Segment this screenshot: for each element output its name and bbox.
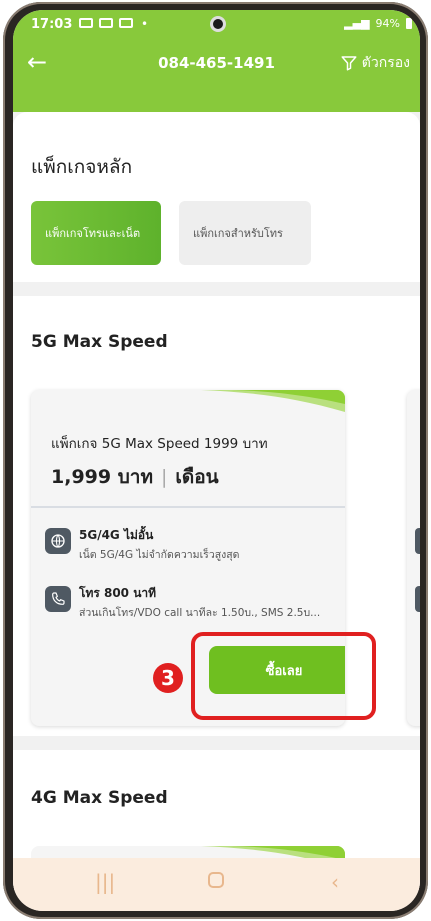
main-packages-section: แพ็กเกจหลัก แพ็กเกจโทรและเน็ต แพ็กเกจสำห… — [13, 112, 420, 282]
content-area: แพ็กเกจหลัก แพ็กเกจโทรและเน็ต แพ็กเกจสำห… — [13, 112, 420, 906]
globe-icon — [415, 528, 420, 554]
system-nav-bar: ||| ‹ — [13, 858, 420, 911]
battery-level: 94% — [375, 17, 400, 30]
app-header-background: 17:03 • ▂▄▆ 94% ← 084-465-1491 ตัวกรอง — [13, 10, 420, 122]
chip-call-and-net[interactable]: แพ็กเกจโทรและเน็ต — [31, 201, 161, 265]
status-dot: • — [141, 17, 149, 31]
home-icon[interactable] — [208, 872, 224, 888]
globe-icon — [45, 528, 71, 554]
notification-icon — [99, 18, 113, 28]
back-icon[interactable]: ‹ — [331, 870, 339, 894]
package-name: แพ็กเกจ 5G Max Speed 1999 บาท — [51, 436, 268, 452]
notification-icons — [79, 18, 133, 28]
feature-title: โทร 800 นาที — [79, 586, 157, 600]
section-title: แพ็กเกจหลัก — [31, 156, 133, 178]
next-package-card[interactable] — [407, 390, 420, 726]
card-divider — [31, 506, 345, 508]
feature-desc: เน็ต 5G/4G ไม่จำกัดความเร็วสูงสุด — [79, 549, 240, 561]
step-badge: 3 — [153, 663, 183, 693]
recent-apps-icon[interactable]: ||| — [95, 870, 115, 894]
screen: 17:03 • ▂▄▆ 94% ← 084-465-1491 ตัวกรอง แ… — [13, 10, 420, 911]
notification-icon — [119, 18, 133, 28]
section-title: 5G Max Speed — [31, 332, 168, 352]
filter-button[interactable]: ตัวกรอง — [340, 52, 410, 74]
app-header: ← 084-465-1491 ตัวกรอง — [13, 40, 420, 90]
package-price: 1,999 บาท | เดือน — [51, 462, 219, 492]
status-time: 17:03 — [31, 17, 73, 32]
chip-call-only[interactable]: แพ็กเกจสำหรับโทร — [179, 201, 311, 265]
filter-icon — [341, 56, 357, 71]
phone-icon — [415, 586, 420, 612]
camera-icon — [210, 16, 226, 32]
price-value: 1,999 บาท — [51, 466, 153, 488]
highlight-box — [191, 632, 376, 720]
price-separator: | — [160, 466, 168, 488]
feature-title: 5G/4G ไม่อั้น — [79, 528, 154, 542]
status-bar: 17:03 • ▂▄▆ 94% — [13, 10, 420, 40]
phone-icon — [45, 586, 71, 612]
notification-icon — [79, 18, 93, 28]
section-title: 4G Max Speed — [31, 788, 168, 808]
battery-icon — [406, 18, 412, 29]
card-wave-decoration — [201, 390, 345, 412]
phone-frame: 17:03 • ▂▄▆ 94% ← 084-465-1491 ตัวกรอง แ… — [3, 2, 428, 919]
status-right: ▂▄▆ 94% — [344, 17, 412, 30]
filter-label: ตัวกรอง — [361, 55, 410, 71]
price-period: เดือน — [175, 466, 219, 488]
signal-icon: ▂▄▆ — [344, 17, 370, 30]
feature-desc: ส่วนเกินโทร/VDO call นาทีละ 1.50บ., SMS … — [79, 607, 321, 619]
